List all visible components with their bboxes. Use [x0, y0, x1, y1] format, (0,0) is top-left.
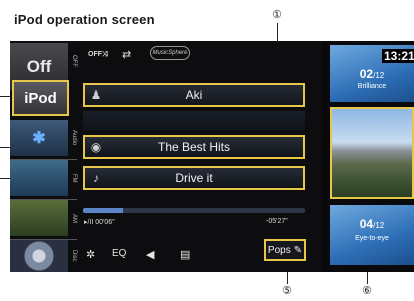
album-name: The Best Hits [157, 140, 231, 154]
repeat-label: OFF [88, 51, 102, 58]
source-divider [10, 199, 77, 200]
elapsed-time: ▸/II 00'06" [84, 219, 115, 226]
musicsphere-badge[interactable]: MusicSphere [150, 46, 190, 60]
callout-1: ① [272, 8, 282, 21]
source-fm-vlabel: FM [71, 173, 77, 183]
source-disc-vlabel: Disc [71, 250, 77, 262]
music-note-icon: ♪ [93, 171, 99, 185]
source-divider [10, 239, 77, 240]
artist-name: Aki [185, 88, 203, 102]
source-audio-vlabel: Audio [71, 130, 77, 146]
remaining-time: -05'27" [266, 218, 288, 225]
source-am-button[interactable] [10, 200, 68, 236]
artwork-next[interactable]: 04/12 Eye-to-eye [330, 205, 414, 265]
artist-row[interactable]: ♟ Aki [83, 83, 305, 107]
settings-icon[interactable]: ✲ [86, 248, 95, 261]
track-number-current: 02 [359, 67, 374, 81]
info-row-blank [83, 111, 305, 131]
progress-bar-fill [83, 208, 123, 213]
genre-button[interactable]: Pops ✎ [264, 239, 306, 261]
artwork-current[interactable] [330, 107, 414, 199]
artist-icon: ♟ [90, 88, 102, 102]
source-am-vlabel: AM [71, 213, 77, 223]
progress-bar[interactable] [83, 208, 305, 213]
head-unit-screen: Off OFF iPod ✱ Audio FM AM Disc OFF⤨ ⇄ M… [10, 41, 414, 272]
album-icon: ◉ [90, 140, 102, 154]
track-number: 04/12 [330, 217, 414, 231]
source-fm-button[interactable] [10, 160, 68, 196]
source-disc-button[interactable] [10, 240, 68, 272]
repeat-status[interactable]: OFF⤨ [88, 51, 108, 59]
source-bluetooth-button[interactable]: ✱ [10, 120, 68, 156]
song-row[interactable]: ♪ Drive it [83, 166, 305, 190]
artwork-column: 02/12 Brilliance 04/12 Eye-to-eye [322, 41, 414, 272]
source-divider [10, 159, 77, 160]
clock: 13:21 [382, 49, 414, 63]
track-name: Brilliance [357, 83, 387, 90]
genre-label: Pops [267, 244, 291, 256]
callout-5: ⑤ [282, 284, 292, 297]
album-row[interactable]: ◉ The Best Hits [83, 135, 305, 159]
back-icon[interactable]: ◀ [146, 248, 154, 261]
shuffle-off-icon: ⤨ [102, 51, 108, 58]
guitar-icon: ✎ [293, 244, 303, 256]
shuffle-icon[interactable]: ⇄ [122, 48, 131, 61]
list-icon[interactable]: ▤ [180, 248, 190, 261]
source-off-vlabel: OFF [71, 55, 77, 67]
track-number-current: 04 [359, 217, 374, 231]
track-name: Eye-to-eye [355, 235, 389, 242]
track-number-total: /12 [373, 221, 385, 230]
track-number: 02/12 [330, 67, 414, 81]
song-title: Drive it [175, 171, 213, 185]
source-ipod-button[interactable]: iPod [12, 80, 69, 116]
bluetooth-icon: ✱ [32, 130, 46, 147]
eq-button[interactable]: EQ [112, 248, 126, 259]
callout-6: ⑥ [362, 284, 372, 297]
callout-6-leader [367, 272, 368, 284]
track-number-total: /12 [373, 71, 385, 80]
page-heading: iPod operation screen [14, 12, 155, 27]
